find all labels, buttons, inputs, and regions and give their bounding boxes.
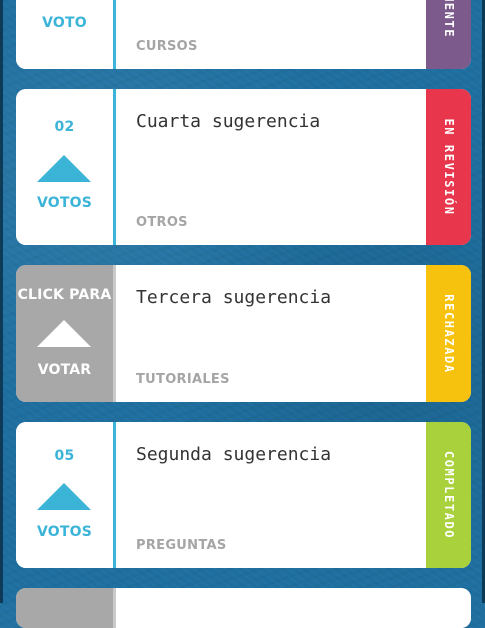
suggestion-card: CLICK PARA VOTAR Tercera sugerencia TUTO…: [16, 265, 471, 402]
suggestion-category: CURSOS: [136, 39, 198, 54]
status-label: EN REVISIÓN: [441, 118, 456, 216]
suggestion-card: [16, 588, 471, 628]
vote-label: VOTOS: [36, 524, 93, 540]
vote-label: VOTOS: [36, 195, 93, 211]
suggestion-body[interactable]: Segunda sugerencia PREGUNTAS: [116, 422, 426, 568]
status-badge: COMPLETADO: [426, 422, 471, 568]
suggestion-title: Segunda sugerencia: [136, 444, 332, 465]
vote-panel[interactable]: CLICK PARA VOTAR: [16, 265, 116, 402]
status-label: RECHAZADA: [441, 293, 456, 374]
suggestion-title: Cuarta sugerencia: [136, 111, 321, 132]
suggestion-category: OTROS: [136, 215, 188, 230]
status-badge: EN REVISIÓN: [426, 89, 471, 245]
vote-panel[interactable]: VOTO: [16, 0, 116, 69]
vote-label: VOTAR: [37, 362, 92, 378]
suggestion-card: 02 VOTOS Cuarta sugerencia OTROS EN REVI…: [16, 89, 471, 245]
suggestion-body[interactable]: Cuarta sugerencia OTROS: [116, 89, 426, 245]
suggestion-card: 05 VOTOS Segunda sugerencia PREGUNTAS CO…: [16, 422, 471, 568]
suggestion-title: Tercera sugerencia: [136, 287, 332, 308]
status-badge: MENTE: [426, 0, 471, 69]
upvote-arrow-icon[interactable]: [37, 320, 91, 347]
suggestion-category: TUTORIALES: [136, 372, 230, 387]
upvote-arrow-icon[interactable]: [37, 483, 91, 510]
suggestion-body[interactable]: [116, 588, 426, 628]
vote-panel[interactable]: 05 VOTOS: [16, 422, 116, 568]
status-badge: [426, 588, 471, 628]
vote-label: VOTO: [42, 15, 87, 31]
suggestion-category: PREGUNTAS: [136, 538, 227, 553]
suggestion-body[interactable]: CURSOS: [116, 0, 426, 69]
vote-panel[interactable]: [16, 588, 116, 628]
vote-panel[interactable]: 02 VOTOS: [16, 89, 116, 245]
upvote-arrow-icon[interactable]: [37, 155, 91, 182]
suggestion-card: VOTO CURSOS MENTE: [16, 0, 471, 69]
vote-count: 05: [54, 448, 75, 464]
status-badge: RECHAZADA: [426, 265, 471, 402]
status-label: MENTE: [441, 0, 456, 39]
click-to-vote-label: CLICK PARA: [17, 287, 112, 303]
suggestion-body[interactable]: Tercera sugerencia TUTORIALES: [116, 265, 426, 402]
status-label: COMPLETADO: [441, 450, 456, 540]
page-edge-left: [0, 0, 3, 603]
vote-count: 02: [54, 119, 75, 135]
